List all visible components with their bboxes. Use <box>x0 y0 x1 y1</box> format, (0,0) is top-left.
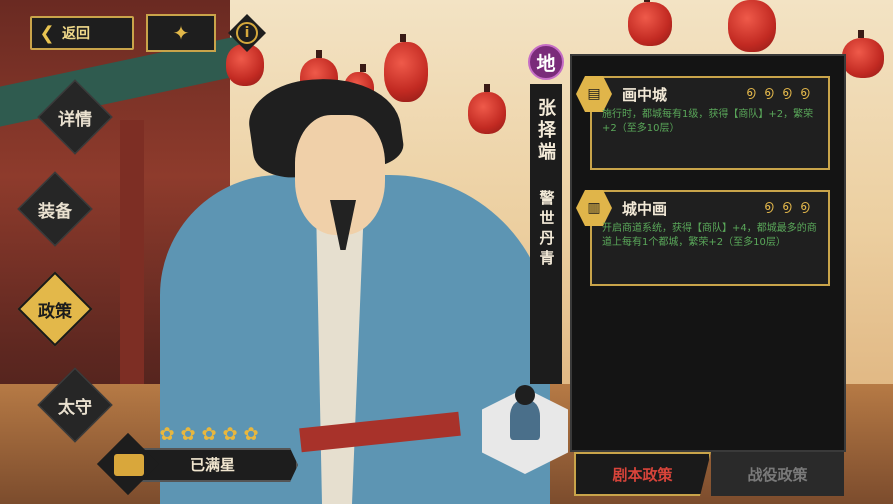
star-icon: ✿ <box>201 424 217 445</box>
nav-item-equipment[interactable]: 装备 <box>17 171 93 247</box>
star-icon: ✿ <box>180 424 196 445</box>
lantern <box>628 0 672 46</box>
swirl-icon: ൭ <box>746 84 756 100</box>
character-portrait-icon: ✦ <box>172 21 190 45</box>
nav-item-policy[interactable]: 政策 <box>17 271 93 347</box>
star-icon: ✿ <box>243 424 259 445</box>
nav-label: 详情 <box>58 109 92 130</box>
star-plate: ✿ ✿ ✿ ✿ ✿ 已满星 <box>96 426 300 496</box>
swirl-icon: ൭ <box>782 84 792 100</box>
nav-label: 政策 <box>38 301 72 322</box>
swirl-icon: ൭ <box>782 198 792 214</box>
hero-title: 警世丹青 <box>539 189 555 267</box>
swirl-icon: ൭ <box>800 84 810 100</box>
star-status: 已满星 <box>190 456 236 474</box>
back-button[interactable]: ❮ 返回 <box>30 16 134 50</box>
policy-card[interactable]: ▥ 城中画 ൭ ൭ ൭ 开启商道系统，获得【商队】+4，都城最多的商道上每有1个… <box>576 190 830 286</box>
tab-campaign-policy[interactable]: 战役政策 <box>711 452 844 496</box>
policy-desc: 施行时，都城每有1级，获得【商队】+2，繁荣+2（至多10层） <box>602 109 814 134</box>
swirl-icon: ൭ <box>800 198 810 214</box>
policy-name: 画中城 <box>622 86 668 104</box>
lantern <box>728 0 776 52</box>
painting-icon: ▤ <box>576 76 612 112</box>
policy-panel: ▤ 画中城 ൭ ൭ ൭ ൭ 施行时，都城每有1级，获得【商队】+2，繁荣+2（至… <box>570 54 846 452</box>
nav-item-details[interactable]: 详情 <box>37 79 113 155</box>
mini-avatar-body <box>510 400 540 440</box>
policy-card[interactable]: ▤ 画中城 ൭ ൭ ൭ ൭ 施行时，都城每有1级，获得【商队】+2，繁荣+2（至… <box>576 76 830 170</box>
policy-tabs: 剧本政策 战役政策 <box>574 452 844 496</box>
red-pillar <box>120 120 144 420</box>
scroll-icon <box>114 454 144 476</box>
swirl-icon: ൭ <box>764 84 774 100</box>
nav-label: 装备 <box>38 201 72 222</box>
lantern <box>468 84 506 134</box>
swirl-icon: ൭ <box>764 198 774 214</box>
chevron-left-icon: ❮ <box>39 22 55 44</box>
nav-label: 太守 <box>58 397 92 418</box>
star-icon: ✿ <box>159 424 175 445</box>
lantern <box>226 36 264 86</box>
tab-scenario-policy[interactable]: 剧本政策 <box>574 452 711 496</box>
lantern <box>384 34 428 102</box>
back-label: 返回 <box>62 26 90 42</box>
portrait-button[interactable]: ✦ <box>146 14 216 52</box>
painting-icon: ▥ <box>576 190 612 226</box>
policy-level: ൭ ൭ ൭ ൭ <box>746 85 814 99</box>
policy-level: ൭ ൭ ൭ <box>764 199 814 213</box>
star-rating: ✿ ✿ ✿ ✿ ✿ <box>158 426 260 444</box>
rarity-badge: 地 <box>528 44 564 80</box>
policy-desc: 开启商道系统，获得【商队】+4，都城最多的商道上每有1个都城，繁荣+2（至多10… <box>602 223 817 248</box>
hero-name: 张择端 <box>538 98 556 163</box>
mini-avatar-head <box>515 385 535 405</box>
info-icon: i <box>236 22 258 44</box>
star-icon: ✿ <box>222 424 238 445</box>
policy-name: 城中画 <box>622 200 668 218</box>
lantern <box>842 30 884 78</box>
